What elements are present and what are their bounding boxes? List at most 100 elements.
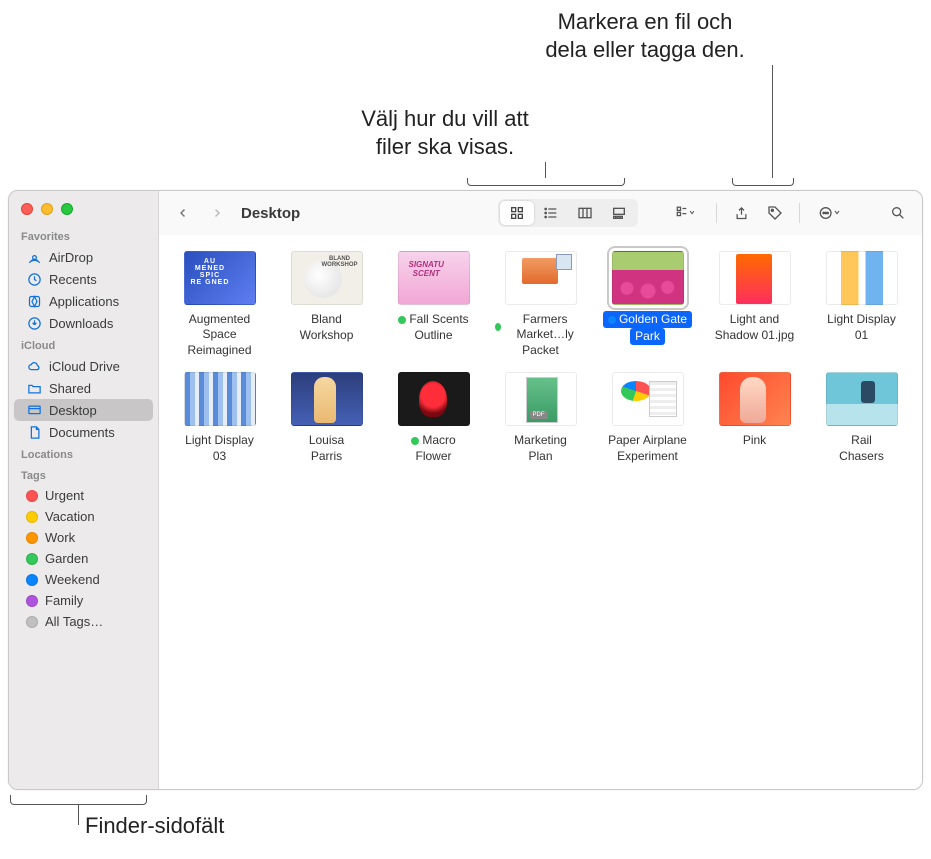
sidebar-item-desktop[interactable]: Desktop (14, 399, 153, 421)
sidebar-item-label: Downloads (49, 316, 113, 331)
toolbar: Desktop (159, 191, 922, 235)
file-item[interactable]: LouisaParris (276, 372, 377, 464)
file-label-text: Workshop (300, 328, 354, 343)
download-icon (26, 315, 42, 331)
file-item[interactable]: Paper AirplaneExperiment (597, 372, 698, 464)
sidebar-tag-family[interactable]: Family (14, 590, 153, 611)
view-list-button[interactable] (534, 201, 568, 225)
sidebar-header-tags: Tags (9, 464, 158, 485)
tag-dot-green (26, 553, 38, 565)
file-label-text: Light and (730, 312, 779, 327)
sidebar-header-icloud: iCloud (9, 334, 158, 355)
tag-dot-gray (26, 616, 38, 628)
callout-view-line (545, 162, 546, 178)
share-button[interactable] (727, 200, 755, 226)
tag-dot-orange (26, 532, 38, 544)
file-label-text: Fall Scents (409, 312, 468, 327)
file-thumbnail (398, 251, 470, 305)
sidebar-item-label: All Tags… (45, 614, 103, 629)
sidebar-item-downloads[interactable]: Downloads (14, 312, 153, 334)
sidebar-item-label: Recents (49, 272, 97, 287)
sidebar-item-recents[interactable]: Recents (14, 268, 153, 290)
sidebar-item-shared[interactable]: Shared (14, 377, 153, 399)
file-item[interactable]: Fall ScentsOutline (383, 251, 484, 358)
more-actions-button[interactable] (810, 200, 852, 226)
file-label-text: Light Display (827, 312, 896, 327)
sidebar-tag-weekend[interactable]: Weekend (14, 569, 153, 590)
file-thumbnail (612, 372, 684, 426)
file-label: Fall ScentsOutline (394, 311, 472, 343)
file-label-text: Louisa (309, 433, 344, 448)
file-item[interactable]: Farmers Market…lyPacket (490, 251, 591, 358)
sidebar-tag-garden[interactable]: Garden (14, 548, 153, 569)
back-button[interactable] (169, 200, 197, 226)
file-label-text: Chasers (839, 449, 884, 464)
sidebar-tag-urgent[interactable]: Urgent (14, 485, 153, 506)
fullscreen-window-button[interactable] (61, 203, 73, 215)
group-by-button[interactable] (664, 200, 706, 226)
sidebar-tag-work[interactable]: Work (14, 527, 153, 548)
file-label: Light Display03 (181, 432, 258, 464)
file-thumbnail (826, 251, 898, 305)
sidebar-item-label: Shared (49, 381, 91, 396)
tag-dot-yellow (26, 511, 38, 523)
file-item[interactable]: BlandWorkshop (276, 251, 377, 358)
sidebar-item-documents[interactable]: Documents (14, 421, 153, 443)
file-label: LouisaParris (305, 432, 348, 464)
file-label-text: 03 (213, 449, 226, 464)
finder-window: Favorites AirDrop Recents Applications D… (8, 190, 923, 790)
view-gallery-button[interactable] (602, 201, 636, 225)
sidebar-item-label: Applications (49, 294, 119, 309)
file-item[interactable]: Golden GatePark (597, 251, 698, 358)
desktop-icon (26, 402, 42, 418)
file-label-text: Farmers Market…ly (504, 312, 587, 342)
tag-button[interactable] (761, 200, 789, 226)
file-item[interactable]: Pink (704, 372, 805, 464)
callout-share-bracket (732, 178, 794, 186)
sidebar-item-airdrop[interactable]: AirDrop (14, 246, 153, 268)
forward-button[interactable] (203, 200, 231, 226)
file-item[interactable]: Light Display03 (169, 372, 270, 464)
sidebar-item-label: Vacation (45, 509, 95, 524)
file-thumbnail (505, 251, 577, 305)
sidebar-item-label: Desktop (49, 403, 97, 418)
file-item[interactable]: RailChasers (811, 372, 912, 464)
file-label: MarketingPlan (510, 432, 571, 464)
file-label-text: Bland (311, 312, 342, 327)
cloud-icon (26, 358, 42, 374)
file-label: MacroFlower (407, 432, 459, 464)
file-label-text: Rail (851, 433, 872, 448)
file-label-text: Experiment (617, 449, 678, 464)
file-tag-dot (495, 323, 501, 331)
close-window-button[interactable] (21, 203, 33, 215)
callout-share-line (772, 65, 773, 178)
file-grid[interactable]: Augmented SpaceReimaginedBlandWorkshopFa… (159, 235, 922, 789)
file-thumbnail (826, 372, 898, 426)
minimize-window-button[interactable] (41, 203, 53, 215)
sidebar-item-label: Urgent (45, 488, 84, 503)
sidebar-item-label: Weekend (45, 572, 100, 587)
tag-dot-blue (26, 574, 38, 586)
file-item[interactable]: Augmented SpaceReimagined (169, 251, 270, 358)
file-thumbnail (719, 251, 791, 305)
file-tag-dot (411, 437, 419, 445)
sidebar-tag-all[interactable]: All Tags… (14, 611, 153, 632)
tag-dot-purple (26, 595, 38, 607)
file-item[interactable]: Light Display01 (811, 251, 912, 358)
view-icon-button[interactable] (500, 201, 534, 225)
clock-icon (26, 271, 42, 287)
file-item[interactable]: Light andShadow 01.jpg (704, 251, 805, 358)
file-label-text: Golden Gate (619, 312, 687, 327)
sidebar-item-icloud-drive[interactable]: iCloud Drive (14, 355, 153, 377)
file-label-text: Reimagined (187, 343, 251, 358)
search-button[interactable] (884, 200, 912, 226)
file-label-text: Augmented Space (174, 312, 266, 342)
file-item[interactable]: MarketingPlan (490, 372, 591, 464)
file-label-text: Shadow 01.jpg (715, 328, 794, 343)
file-label-text: Packet (522, 343, 559, 358)
file-label: Pink (739, 432, 770, 449)
file-item[interactable]: MacroFlower (383, 372, 484, 464)
sidebar-item-applications[interactable]: Applications (14, 290, 153, 312)
view-column-button[interactable] (568, 201, 602, 225)
sidebar-tag-vacation[interactable]: Vacation (14, 506, 153, 527)
